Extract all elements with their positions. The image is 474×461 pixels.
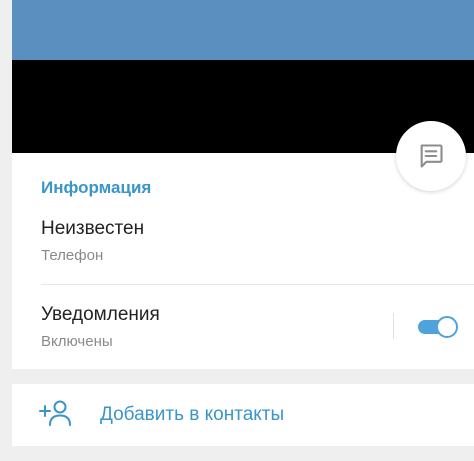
add-user-icon	[39, 400, 71, 426]
phone-label: Телефон	[41, 247, 104, 264]
phone-value: Неизвестен	[41, 218, 145, 239]
add-to-contacts-label: Добавить в контакты	[100, 404, 285, 425]
notifications-title: Уведомления	[41, 304, 160, 325]
notifications-toggle[interactable]	[418, 316, 458, 338]
send-message-button[interactable]	[396, 121, 466, 191]
message-icon	[420, 144, 443, 168]
notifications-status: Включены	[41, 333, 113, 350]
bottom-gap	[0, 446, 474, 461]
row-divider	[41, 284, 474, 285]
profile-screen: Информация Неизвестен Телефон Уведомлени…	[0, 0, 474, 461]
left-margin	[0, 0, 12, 461]
header-bar	[12, 0, 474, 60]
toggle-thumb	[436, 316, 458, 338]
toggle-separator	[393, 313, 394, 339]
section-gap	[0, 369, 474, 384]
section-title-info: Информация	[41, 178, 152, 197]
add-to-contacts-button[interactable]: Добавить в контакты	[12, 384, 474, 446]
